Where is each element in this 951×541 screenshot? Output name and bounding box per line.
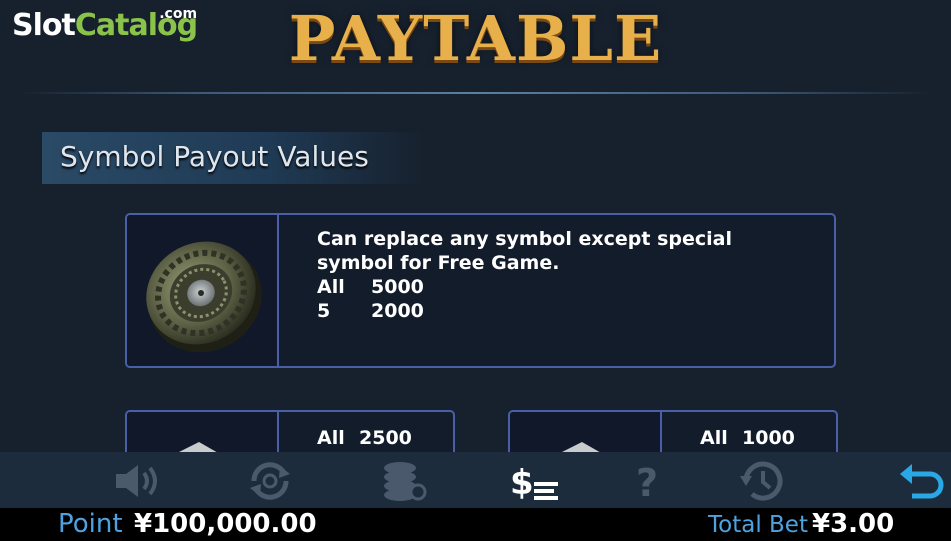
pay-row: All 2500 [317, 426, 412, 450]
bottom-toolbar: $ ? [0, 452, 951, 508]
section-header: Symbol Payout Values [42, 132, 422, 184]
pay-count: All [700, 427, 728, 449]
pay-row: 5 2000 [317, 299, 732, 323]
total-bet-label: Total Bet [708, 512, 808, 538]
pay-value: 2000 [371, 300, 424, 322]
status-bar: Point ¥100,000.00 Total Bet ¥3.00 [0, 508, 951, 541]
description-line-1: Can replace any symbol except special [317, 228, 732, 250]
back-icon[interactable] [896, 460, 948, 502]
symbol-description: All 1000 [700, 426, 795, 450]
point-label: Point [58, 509, 123, 539]
section-title: Symbol Payout Values [60, 140, 369, 173]
description-line-2: symbol for Free Game. [317, 252, 560, 274]
point-value: ¥100,000.00 [134, 509, 317, 539]
title-divider [20, 92, 931, 94]
pay-count: All [317, 427, 345, 449]
history-icon[interactable] [736, 460, 788, 502]
total-bet-value: ¥3.00 [812, 509, 895, 539]
pay-value: 2500 [359, 427, 412, 449]
page-title: PAYTABLE [288, 2, 663, 75]
pay-value: 1000 [742, 427, 795, 449]
symbol-description: All 2500 [317, 426, 412, 450]
pay-count: 5 [317, 300, 331, 322]
help-icon[interactable]: ? [622, 460, 674, 505]
symbol-description: Can replace any symbol except special sy… [317, 227, 732, 323]
autoplay-icon[interactable] [244, 460, 296, 502]
chips-settings-icon[interactable] [378, 460, 430, 502]
sound-icon[interactable] [112, 460, 164, 502]
svg-text:?: ? [636, 461, 658, 502]
compass-icon [146, 241, 262, 353]
pay-value: 5000 [371, 276, 424, 298]
payout-card-wild: Can replace any symbol except special sy… [125, 213, 836, 368]
pay-count: All [317, 276, 345, 298]
pay-row: All 5000 [317, 275, 732, 299]
paytable-icon[interactable]: $ [508, 460, 560, 503]
symbol-thumb [127, 215, 279, 366]
svg-text:$: $ [510, 463, 534, 502]
pay-row: All 1000 [700, 426, 795, 450]
